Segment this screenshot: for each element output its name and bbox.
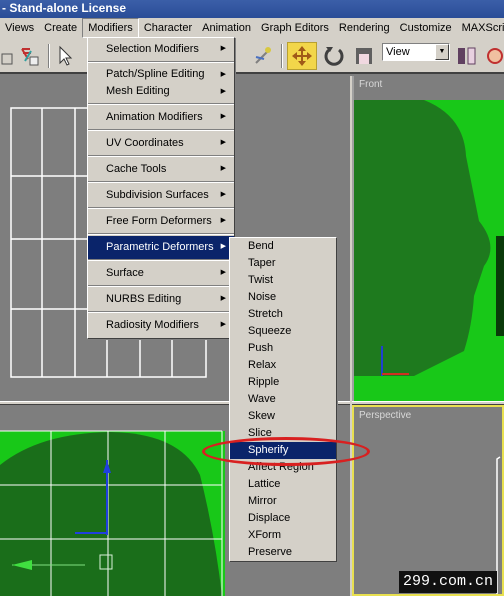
submenu-item-mirror[interactable]: Mirror bbox=[230, 493, 336, 510]
menu-item-label: Selection Modifiers bbox=[106, 43, 199, 55]
viewport-label-front[interactable]: Front bbox=[359, 79, 382, 90]
menu-item-label: Cache Tools bbox=[106, 163, 167, 175]
menu-item-label: Patch/Spline Editing bbox=[106, 68, 205, 80]
menu-item-parametric-deformers[interactable]: Parametric Deformers ▶ bbox=[88, 236, 234, 260]
front-reference-image bbox=[354, 100, 504, 401]
reference-coord-dropdown[interactable]: View ▼ bbox=[382, 43, 450, 61]
menu-item-surface[interactable]: Surface ▶ bbox=[88, 262, 234, 286]
annotation-ring bbox=[202, 437, 370, 466]
submenu-item-twist[interactable]: Twist bbox=[230, 272, 336, 289]
toolbar-separator bbox=[281, 44, 283, 68]
menu-item-radiosity-modifiers[interactable]: Radiosity Modifiers ▶ bbox=[88, 314, 234, 338]
menu-item-nurbs-editing[interactable]: NURBS Editing ▶ bbox=[88, 288, 234, 312]
menu-item-label: Surface bbox=[106, 267, 144, 279]
submenu-item-push[interactable]: Push bbox=[230, 340, 336, 357]
menu-item-subdivision-surfaces[interactable]: Subdivision Surfaces ▶ bbox=[88, 184, 234, 208]
menu-item-label: Free Form Deformers bbox=[106, 215, 212, 227]
menu-character[interactable]: Character bbox=[139, 19, 197, 37]
parametric-deformers-submenu: Bend Taper Twist Noise Stretch Squeeze P… bbox=[229, 237, 337, 562]
menu-rendering[interactable]: Rendering bbox=[334, 19, 395, 37]
menu-item-label: Parametric Deformers bbox=[106, 241, 214, 253]
schematic-icon[interactable] bbox=[18, 42, 42, 70]
select-pointer-icon[interactable] bbox=[55, 42, 75, 70]
menu-views[interactable]: Views bbox=[0, 19, 39, 37]
menu-item-label: UV Coordinates bbox=[106, 137, 184, 149]
submenu-item-ripple[interactable]: Ripple bbox=[230, 374, 336, 391]
submenu-item-xform[interactable]: XForm bbox=[230, 527, 336, 544]
chevron-down-icon[interactable]: ▼ bbox=[435, 44, 449, 60]
main-toolbar: View ▼ bbox=[0, 38, 504, 74]
submenu-arrow-icon: ▶ bbox=[220, 88, 226, 95]
reference-coord-value: View bbox=[386, 46, 410, 58]
menu-item-patch-spline-editing[interactable]: Patch/Spline Editing ▶ bbox=[88, 66, 234, 83]
menu-item-label: NURBS Editing bbox=[106, 293, 182, 305]
menu-modifiers[interactable]: Modifiers bbox=[82, 18, 139, 38]
submenu-arrow-icon: ▶ bbox=[220, 71, 226, 78]
submenu-arrow-icon: ▶ bbox=[220, 139, 226, 146]
modifiers-menu: Selection Modifiers ▶ Patch/Spline Editin… bbox=[87, 37, 235, 339]
title-bar: - Stand-alone License bbox=[0, 0, 504, 18]
submenu-item-preserve[interactable]: Preserve bbox=[230, 544, 336, 561]
menu-item-label: Animation Modifiers bbox=[106, 111, 203, 123]
toolbar-separator bbox=[48, 44, 50, 68]
submenu-item-skew[interactable]: Skew bbox=[230, 408, 336, 425]
select-filter-icon[interactable] bbox=[0, 42, 14, 70]
submenu-arrow-icon: ▶ bbox=[220, 45, 226, 52]
menu-item-selection-modifiers[interactable]: Selection Modifiers ▶ bbox=[88, 38, 234, 62]
menu-customize[interactable]: Customize bbox=[395, 19, 457, 37]
menu-item-uv-coordinates[interactable]: UV Coordinates ▶ bbox=[88, 132, 234, 156]
menu-item-cache-tools[interactable]: Cache Tools ▶ bbox=[88, 158, 234, 182]
menu-item-label: Subdivision Surfaces bbox=[106, 189, 209, 201]
submenu-item-noise[interactable]: Noise bbox=[230, 289, 336, 306]
mirror-icon[interactable] bbox=[455, 42, 479, 70]
submenu-item-taper[interactable]: Taper bbox=[230, 255, 336, 272]
menu-item-label: Mesh Editing bbox=[106, 85, 170, 97]
submenu-item-wave[interactable]: Wave bbox=[230, 391, 336, 408]
menu-item-free-form-deformers[interactable]: Free Form Deformers ▶ bbox=[88, 210, 234, 234]
submenu-arrow-icon: ▶ bbox=[220, 269, 226, 276]
menu-item-mesh-editing[interactable]: Mesh Editing ▶ bbox=[88, 83, 234, 104]
submenu-arrow-icon: ▶ bbox=[220, 113, 226, 120]
submenu-arrow-icon: ▶ bbox=[220, 165, 226, 172]
submenu-item-relax[interactable]: Relax bbox=[230, 357, 336, 374]
move-icon[interactable] bbox=[287, 42, 317, 70]
scale-icon[interactable] bbox=[352, 42, 376, 70]
menu-graph-editors[interactable]: Graph Editors bbox=[256, 19, 334, 37]
menu-item-animation-modifiers[interactable]: Animation Modifiers ▶ bbox=[88, 106, 234, 130]
menu-create[interactable]: Create bbox=[39, 19, 82, 37]
submenu-item-squeeze[interactable]: Squeeze bbox=[230, 323, 336, 340]
rotate-icon[interactable] bbox=[320, 42, 348, 70]
watermark: 299.com.cn bbox=[399, 571, 497, 593]
link-icon[interactable] bbox=[250, 42, 276, 70]
submenu-item-stretch[interactable]: Stretch bbox=[230, 306, 336, 323]
perspective-wireframe bbox=[496, 456, 501, 594]
submenu-arrow-icon: ▶ bbox=[220, 295, 226, 302]
menu-maxscript[interactable]: MAXScript bbox=[457, 19, 504, 37]
menu-bar: Views Create Modifiers Character Animati… bbox=[0, 18, 504, 38]
submenu-item-displace[interactable]: Displace bbox=[230, 510, 336, 527]
submenu-item-bend[interactable]: Bend bbox=[230, 238, 336, 255]
submenu-arrow-icon: ▶ bbox=[220, 191, 226, 198]
viewport-front[interactable]: Front bbox=[352, 76, 504, 401]
submenu-arrow-icon: ▶ bbox=[220, 321, 226, 328]
render-icon[interactable] bbox=[484, 42, 504, 70]
viewport-perspective[interactable]: Perspective bbox=[352, 405, 504, 596]
menu-item-label: Radiosity Modifiers bbox=[106, 319, 199, 331]
submenu-arrow-icon: ▶ bbox=[220, 243, 226, 250]
submenu-item-lattice[interactable]: Lattice bbox=[230, 476, 336, 493]
menu-animation[interactable]: Animation bbox=[197, 19, 256, 37]
window-title: - Stand-alone License bbox=[2, 1, 127, 15]
submenu-arrow-icon: ▶ bbox=[220, 217, 226, 224]
